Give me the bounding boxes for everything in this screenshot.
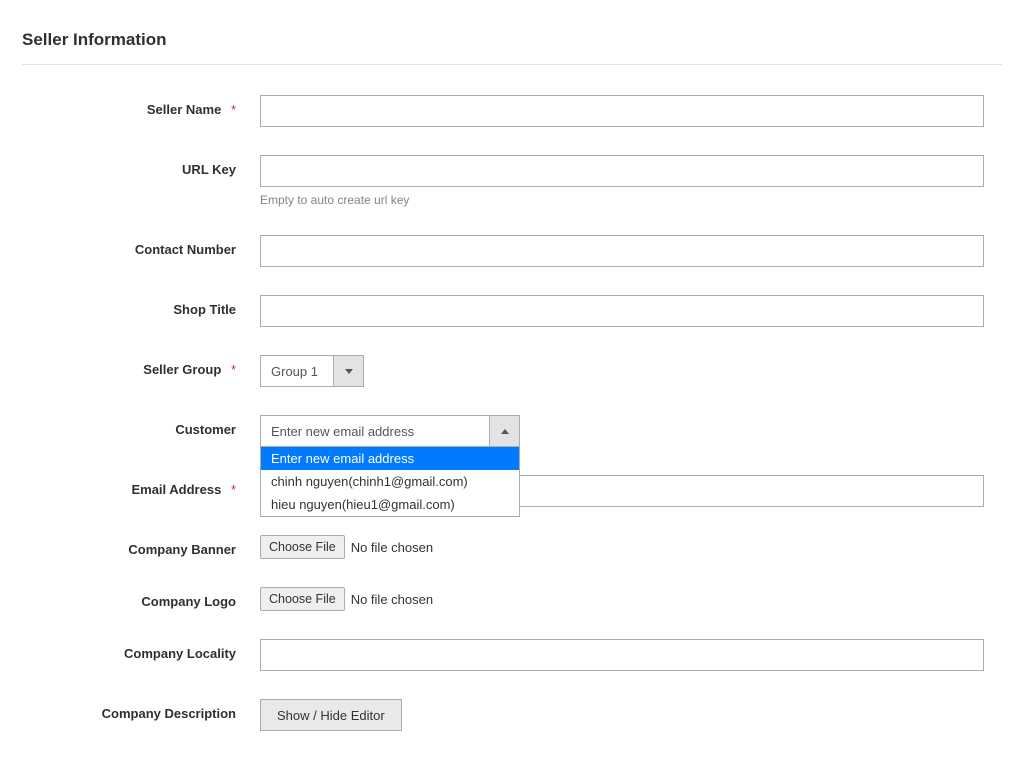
customer-dropdown-button[interactable]: [489, 416, 519, 446]
url-key-hint: Empty to auto create url key: [260, 193, 984, 207]
label-text: URL Key: [182, 162, 236, 177]
label-company-locality: Company Locality: [22, 639, 260, 661]
label-text: Company Description: [102, 706, 236, 721]
label-text: Company Banner: [128, 542, 236, 557]
company-locality-input[interactable]: [260, 639, 984, 671]
label-text: Contact Number: [135, 242, 236, 257]
label-text: Email Address: [131, 482, 221, 497]
row-seller-name: Seller Name *: [22, 95, 1002, 127]
label-text: Customer: [175, 422, 236, 437]
contact-number-input[interactable]: [260, 235, 984, 267]
company-logo-choose-button[interactable]: Choose File: [260, 587, 345, 611]
seller-group-select[interactable]: Group 1: [260, 355, 364, 387]
label-shop-title: Shop Title: [22, 295, 260, 317]
company-logo-file-text: No file chosen: [351, 592, 433, 607]
seller-group-value: Group 1: [261, 356, 333, 386]
row-company-logo: Company Logo Choose File No file chosen: [22, 587, 1002, 611]
required-mark: *: [231, 102, 236, 117]
customer-combo[interactable]: [260, 415, 520, 447]
label-email-address: Email Address *: [22, 475, 260, 497]
label-seller-group: Seller Group *: [22, 355, 260, 377]
required-mark: *: [231, 362, 236, 377]
label-text: Seller Name: [147, 102, 221, 117]
customer-option[interactable]: hieu nguyen(hieu1@gmail.com): [261, 493, 519, 516]
label-text: Shop Title: [173, 302, 236, 317]
required-mark: *: [231, 482, 236, 497]
row-company-locality: Company Locality: [22, 639, 1002, 671]
label-company-banner: Company Banner: [22, 535, 260, 557]
label-seller-name: Seller Name *: [22, 95, 260, 117]
seller-name-input[interactable]: [260, 95, 984, 127]
company-banner-choose-button[interactable]: Choose File: [260, 535, 345, 559]
seller-group-dropdown-button[interactable]: [333, 356, 363, 386]
row-seller-group: Seller Group * Group 1: [22, 355, 1002, 387]
section-title: Seller Information: [22, 30, 1002, 65]
company-banner-file-text: No file chosen: [351, 540, 433, 555]
label-contact-number: Contact Number: [22, 235, 260, 257]
label-text: Company Locality: [124, 646, 236, 661]
customer-input[interactable]: [261, 416, 489, 446]
url-key-input[interactable]: [260, 155, 984, 187]
row-contact-number: Contact Number: [22, 235, 1002, 267]
row-company-banner: Company Banner Choose File No file chose…: [22, 535, 1002, 559]
label-customer: Customer: [22, 415, 260, 437]
row-company-description: Company Description Show / Hide Editor: [22, 699, 1002, 731]
row-url-key: URL Key Empty to auto create url key: [22, 155, 1002, 207]
label-company-description: Company Description: [22, 699, 260, 721]
row-shop-title: Shop Title: [22, 295, 1002, 327]
customer-option[interactable]: chinh nguyen(chinh1@gmail.com): [261, 470, 519, 493]
label-company-logo: Company Logo: [22, 587, 260, 609]
customer-option[interactable]: Enter new email address: [261, 447, 519, 470]
label-url-key: URL Key: [22, 155, 260, 177]
shop-title-input[interactable]: [260, 295, 984, 327]
chevron-up-icon: [501, 429, 509, 434]
label-text: Seller Group: [143, 362, 221, 377]
chevron-down-icon: [345, 369, 353, 374]
customer-dropdown: Enter new email address chinh nguyen(chi…: [260, 446, 520, 517]
label-text: Company Logo: [141, 594, 236, 609]
row-customer: Customer Enter new email address chinh n…: [22, 415, 1002, 447]
show-hide-editor-button[interactable]: Show / Hide Editor: [260, 699, 402, 731]
